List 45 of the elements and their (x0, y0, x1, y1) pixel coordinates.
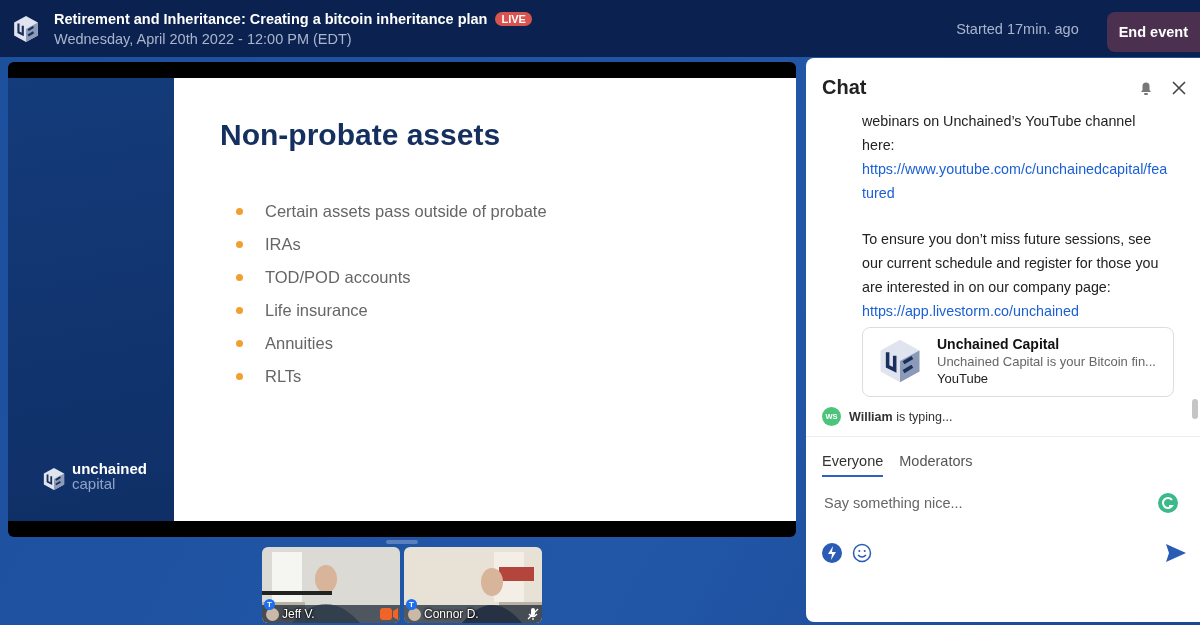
grammar-check-icon[interactable] (1158, 493, 1178, 513)
chat-link[interactable]: https://www.youtube.com/c/unchainedcapital/featured (862, 157, 1170, 205)
link-preview-card[interactable]: Unchained Capital Unchained Capital is your Bitcoin fin... YouTube (862, 327, 1174, 397)
participant-name: Jeff V. (282, 607, 316, 621)
typing-indicator: William is typing... (849, 409, 953, 424)
logo-icon (12, 14, 40, 43)
elapsed-time: Started 17min. ago (956, 20, 1079, 37)
bullet-dot (236, 307, 243, 314)
chat-message: webinars on Unchained’s YouTube channel here: (862, 112, 1137, 155)
preview-description: Unchained Capital is your Bitcoin fin... (937, 354, 1156, 369)
role-badge: T (264, 599, 275, 610)
scrollbar-thumb[interactable] (1192, 399, 1198, 419)
send-icon[interactable] (1166, 544, 1186, 562)
end-event-button[interactable]: End event (1106, 11, 1200, 52)
bullet-text: Certain assets pass outside of probate (265, 202, 547, 221)
lightning-icon[interactable] (822, 543, 842, 563)
bullet-dot (236, 274, 243, 281)
event-date: Wednesday, April 20th 2022 - 12:00 PM (EDT) (54, 30, 353, 47)
bullet-text: RLTs (265, 367, 302, 386)
bullet-text: Annuities (265, 334, 333, 353)
brand-logo-icon (42, 467, 66, 491)
bullet-dot (236, 373, 243, 380)
chat-message: To ensure you don’t miss future sessions, see our current schedule and register for those you are interested in on our company page: (862, 230, 1160, 297)
chat-tab[interactable]: Moderators (899, 449, 973, 477)
bullet-dot (236, 241, 243, 248)
resize-handle[interactable] (386, 540, 418, 544)
preview-source: YouTube (937, 371, 990, 386)
bullet-text: Life insurance (265, 301, 368, 320)
slide-heading: Non-probate assets (220, 118, 502, 152)
chat-tab[interactable]: Everyone (822, 449, 884, 477)
role-badge: T (406, 599, 417, 610)
preview-title: Unchained Capital (937, 336, 1061, 352)
chat-title: Chat (822, 76, 868, 99)
participant-name: Connor D. (424, 607, 480, 621)
brand-name: capital (72, 476, 117, 491)
live-badge: LIVE (495, 11, 532, 26)
chat-link[interactable]: https://app.livestorm.co/unchained (862, 299, 1170, 321)
emoji-icon[interactable] (852, 543, 872, 563)
brand-name: unchained (72, 461, 147, 476)
bullet-dot (236, 340, 243, 347)
bullet-text: IRAs (265, 235, 301, 254)
event-title: Retirement and Inheritance: Creating a bitcoin inheritance plan (54, 10, 488, 27)
close-icon[interactable] (1172, 80, 1186, 95)
bullet-dot (236, 208, 243, 215)
bullet-text: TOD/POD accounts (265, 268, 411, 287)
